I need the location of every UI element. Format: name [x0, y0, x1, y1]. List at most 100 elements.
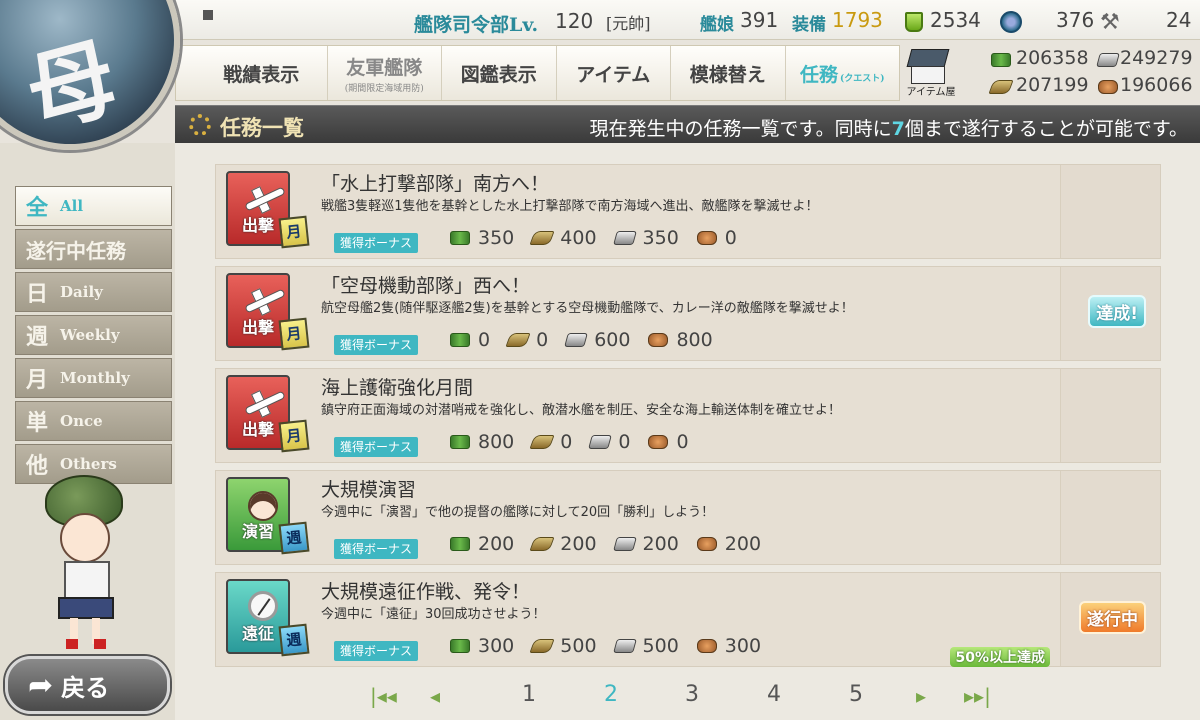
emblem-glyph: 母	[15, 24, 128, 148]
menu-encyclopedia-label: 図鑑表示	[460, 63, 537, 86]
quest-rewards: 300 500 500 300	[450, 635, 779, 657]
page-5[interactable]: 5	[849, 682, 863, 707]
tab-weekly-kanji: 週	[26, 324, 49, 350]
ammo-icon	[529, 537, 555, 551]
back-button[interactable]: ➦ 戻る	[5, 656, 170, 714]
ammo-icon	[988, 80, 1014, 94]
tab-daily[interactable]: 日 Daily	[15, 272, 172, 312]
quest-frequency-badge: 週	[278, 623, 310, 657]
menu-quests-row: 任務 (クエスト)	[800, 60, 885, 87]
reward-bauxite: 0	[724, 227, 737, 249]
menu-encyclopedia[interactable]: 図鑑表示	[442, 46, 557, 100]
quest-complete-badge[interactable]: 達成!	[1088, 295, 1146, 328]
bonus-label: 獲得ボーナス	[334, 539, 419, 559]
tab-monthly[interactable]: 月 Monthly	[15, 358, 172, 398]
menu-quests[interactable]: 任務 (クエスト)	[786, 46, 900, 100]
tab-monthly-label: Monthly	[60, 369, 130, 387]
bauxite-icon	[1098, 80, 1118, 94]
prev-page-icon[interactable]: ◂	[430, 684, 440, 708]
compass-icon	[238, 589, 278, 621]
page-2[interactable]: 2	[604, 682, 618, 707]
exercise-girl-icon	[238, 487, 278, 521]
bonus-label: 獲得ボーナス	[334, 437, 419, 457]
fuel-icon	[450, 333, 470, 347]
shop-building-icon	[911, 66, 945, 84]
steel-icon	[564, 333, 589, 347]
reward-steel: 0	[618, 431, 631, 453]
menu-friend-fleet-sub: (期間限定海域用防)	[344, 83, 424, 94]
quest-category: 出撃	[241, 216, 274, 235]
quest-frequency-badge: 月	[278, 317, 310, 351]
quest-progress-badge: 50%以上達成	[950, 647, 1050, 667]
reward-bauxite: 800	[676, 329, 713, 351]
port-emblem: 母	[0, 0, 180, 150]
page-4[interactable]: 4	[767, 682, 781, 707]
reward-fuel: 300	[478, 635, 515, 657]
quest-limit-post: 個まで遂行することが可能です。	[904, 118, 1188, 140]
page-1[interactable]: 1	[522, 682, 536, 707]
quest-title: 大規模遠征作戦、発令！	[321, 581, 531, 603]
hq-level-value: 120	[555, 9, 594, 33]
menu-friend-fleet[interactable]: 友軍艦隊 (期間限定海域用防)	[328, 46, 443, 100]
development-material-icon: ⚒	[1100, 10, 1120, 35]
quest-item[interactable]: 出撃 月 海上護衛強化月間 鎮守府正面海域の対潜哨戒を強化し、敵潜水艦を制圧、安…	[215, 368, 1161, 463]
tab-in-progress[interactable]: 遂行中任務	[15, 229, 172, 269]
equip-label: 装備	[792, 15, 826, 35]
ammo-icon	[529, 435, 555, 449]
reward-bauxite: 300	[724, 635, 762, 657]
reward-fuel: 800	[478, 431, 515, 453]
quest-item[interactable]: 演習 週 大規模演習 今週中に「演習」で他の提督の艦隊に対して20回「勝利」しよ…	[215, 470, 1161, 565]
quest-limit-pre: 現在発生中の任務一覧です。同時に	[589, 118, 892, 140]
reward-steel: 200	[642, 533, 679, 555]
improvement-material-icon	[1000, 11, 1022, 33]
quest-in-progress-badge[interactable]: 遂行中	[1079, 601, 1146, 634]
menu-record[interactable]: 戦績表示	[176, 46, 328, 100]
quest-item[interactable]: 遠征 週 大規模遠征作戦、発令！ 今週中に「遠征」30回成功させよう！ 獲得ボー…	[215, 572, 1161, 667]
reward-bauxite: 0	[676, 431, 689, 453]
quest-limit-info: 現在発生中の任務一覧です。同時に7個まで遂行することが可能です。	[590, 114, 1188, 141]
menu-items-label: アイテム	[576, 63, 651, 86]
fuel-icon	[450, 639, 470, 653]
menu-furniture[interactable]: 模様替え	[671, 46, 786, 100]
fuel-icon	[450, 231, 470, 245]
page-3[interactable]: 3	[685, 682, 699, 707]
character-body	[64, 561, 110, 601]
item-shop-label: アイテム屋	[906, 87, 956, 98]
reward-fuel: 0	[478, 329, 491, 351]
reward-steel: 600	[594, 329, 631, 351]
quest-item[interactable]: 出撃 月 「水上打撃部隊」南方へ！ 戦艦3隻軽巡1隻他を基幹とした水上打撃部隊で…	[215, 164, 1161, 259]
quest-description: 今週中に「演習」で他の提督の艦隊に対して20回「勝利」しよう！	[321, 505, 715, 520]
tab-weekly-label: Weekly	[60, 326, 120, 344]
shop-roof-icon	[906, 49, 950, 67]
quest-status-area	[1060, 471, 1160, 564]
quest-description: 戦艦3隻軽巡1隻他を基幹とした水上打撃部隊で南方海域へ進出、敵艦隊を撃滅せよ！	[321, 199, 819, 214]
tab-once[interactable]: 単 Once	[15, 401, 172, 441]
ships-label: 艦娘	[700, 15, 734, 35]
tab-all-label: All	[60, 197, 84, 215]
character-skirt	[58, 597, 114, 619]
fuel-amount: 206358	[1016, 47, 1089, 69]
character-face	[60, 513, 110, 563]
tab-in-progress-label: 遂行中任務	[26, 238, 126, 263]
menu-quests-label: 任務	[799, 63, 838, 86]
screw-count: 376	[1056, 8, 1095, 32]
quest-frequency-badge: 月	[278, 215, 310, 249]
tab-weekly[interactable]: 週 Weekly	[15, 315, 172, 355]
quest-item[interactable]: 出撃 月 「空母機動部隊」西へ！ 航空母艦2隻(随伴駆逐艦2隻)を基幹とする空母…	[215, 266, 1161, 361]
menu-items[interactable]: アイテム	[557, 46, 672, 100]
quest-description: 今週中に「遠征」30回成功させよう！	[321, 607, 546, 622]
menu-furniture-label: 模様替え	[689, 63, 766, 86]
first-page-icon[interactable]: |◂◂	[370, 684, 397, 708]
tab-all[interactable]: 全 All	[15, 186, 172, 226]
menu-record-label: 戦績表示	[223, 63, 300, 86]
next-page-icon[interactable]: ▸	[916, 684, 926, 708]
bucket-count: 2534	[930, 8, 981, 32]
reward-steel: 350	[642, 227, 679, 249]
item-shop-button[interactable]: アイテム屋	[903, 47, 956, 98]
last-page-icon[interactable]: ▸▸|	[964, 684, 991, 708]
plane-icon	[238, 283, 286, 316]
reward-fuel: 200	[478, 533, 515, 555]
secretary-ship-girl[interactable]	[30, 475, 150, 650]
tab-monthly-kanji: 月	[26, 367, 49, 393]
bauxite-amount: 196066	[1120, 74, 1193, 96]
